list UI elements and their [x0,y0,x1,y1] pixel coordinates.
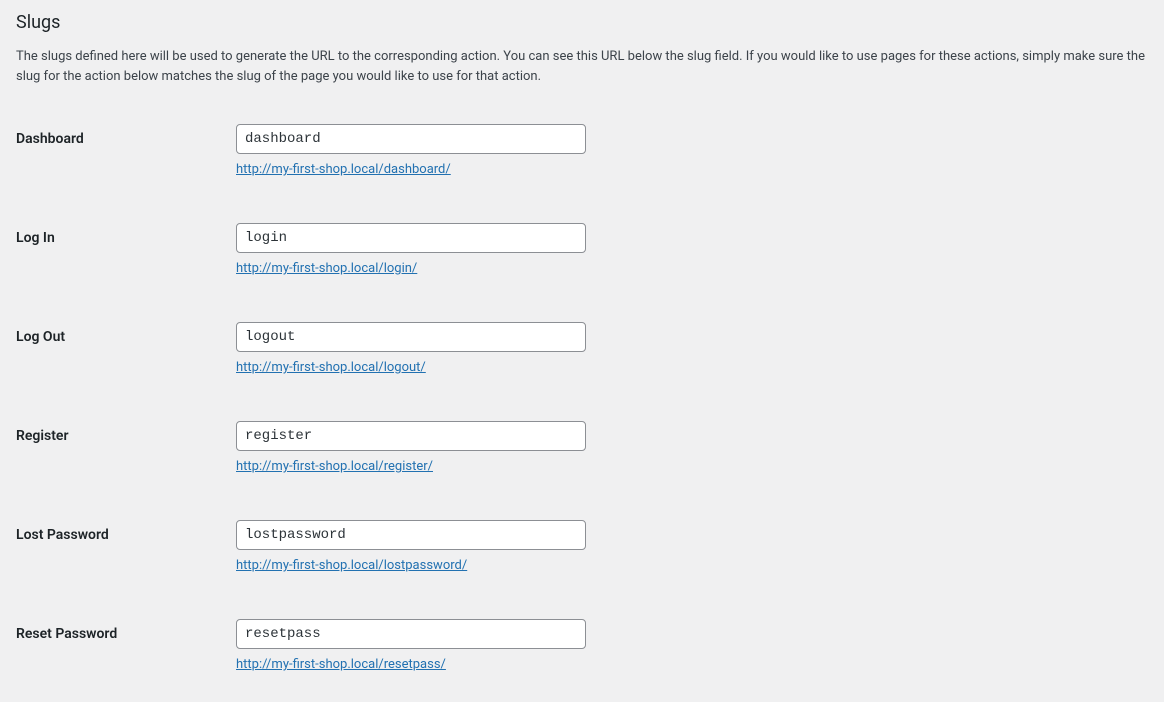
login-input[interactable] [236,223,586,253]
logout-label: Log Out [16,312,236,411]
lostpassword-url-link[interactable]: http://my-first-shop.local/lostpassword/ [236,558,467,573]
section-title: Slugs [16,12,1148,33]
register-input[interactable] [236,421,586,451]
login-cell: http://my-first-shop.local/login/ [236,213,1148,312]
dashboard-cell: http://my-first-shop.local/dashboard/ [236,114,1148,213]
register-cell: http://my-first-shop.local/register/ [236,411,1148,510]
resetpass-url-link[interactable]: http://my-first-shop.local/resetpass/ [236,657,446,672]
lostpassword-input[interactable] [236,520,586,550]
register-url-link[interactable]: http://my-first-shop.local/register/ [236,459,433,474]
table-row: Register http://my-first-shop.local/regi… [16,411,1148,510]
resetpass-cell: http://my-first-shop.local/resetpass/ [236,609,1148,682]
dashboard-label: Dashboard [16,114,236,213]
slugs-form-table: Dashboard http://my-first-shop.local/das… [16,114,1148,682]
lostpassword-label: Lost Password [16,510,236,609]
logout-cell: http://my-first-shop.local/logout/ [236,312,1148,411]
login-label: Log In [16,213,236,312]
register-label: Register [16,411,236,510]
table-row: Log Out http://my-first-shop.local/logou… [16,312,1148,411]
dashboard-url-link[interactable]: http://my-first-shop.local/dashboard/ [236,162,451,177]
table-row: Dashboard http://my-first-shop.local/das… [16,114,1148,213]
logout-input[interactable] [236,322,586,352]
section-description: The slugs defined here will be used to g… [16,47,1146,86]
dashboard-input[interactable] [236,124,586,154]
table-row: Lost Password http://my-first-shop.local… [16,510,1148,609]
logout-url-link[interactable]: http://my-first-shop.local/logout/ [236,360,426,375]
table-row: Log In http://my-first-shop.local/login/ [16,213,1148,312]
table-row: Reset Password http://my-first-shop.loca… [16,609,1148,682]
resetpass-label: Reset Password [16,609,236,682]
login-url-link[interactable]: http://my-first-shop.local/login/ [236,261,417,276]
lostpassword-cell: http://my-first-shop.local/lostpassword/ [236,510,1148,609]
slugs-settings-section: Slugs The slugs defined here will be use… [0,0,1164,702]
resetpass-input[interactable] [236,619,586,649]
